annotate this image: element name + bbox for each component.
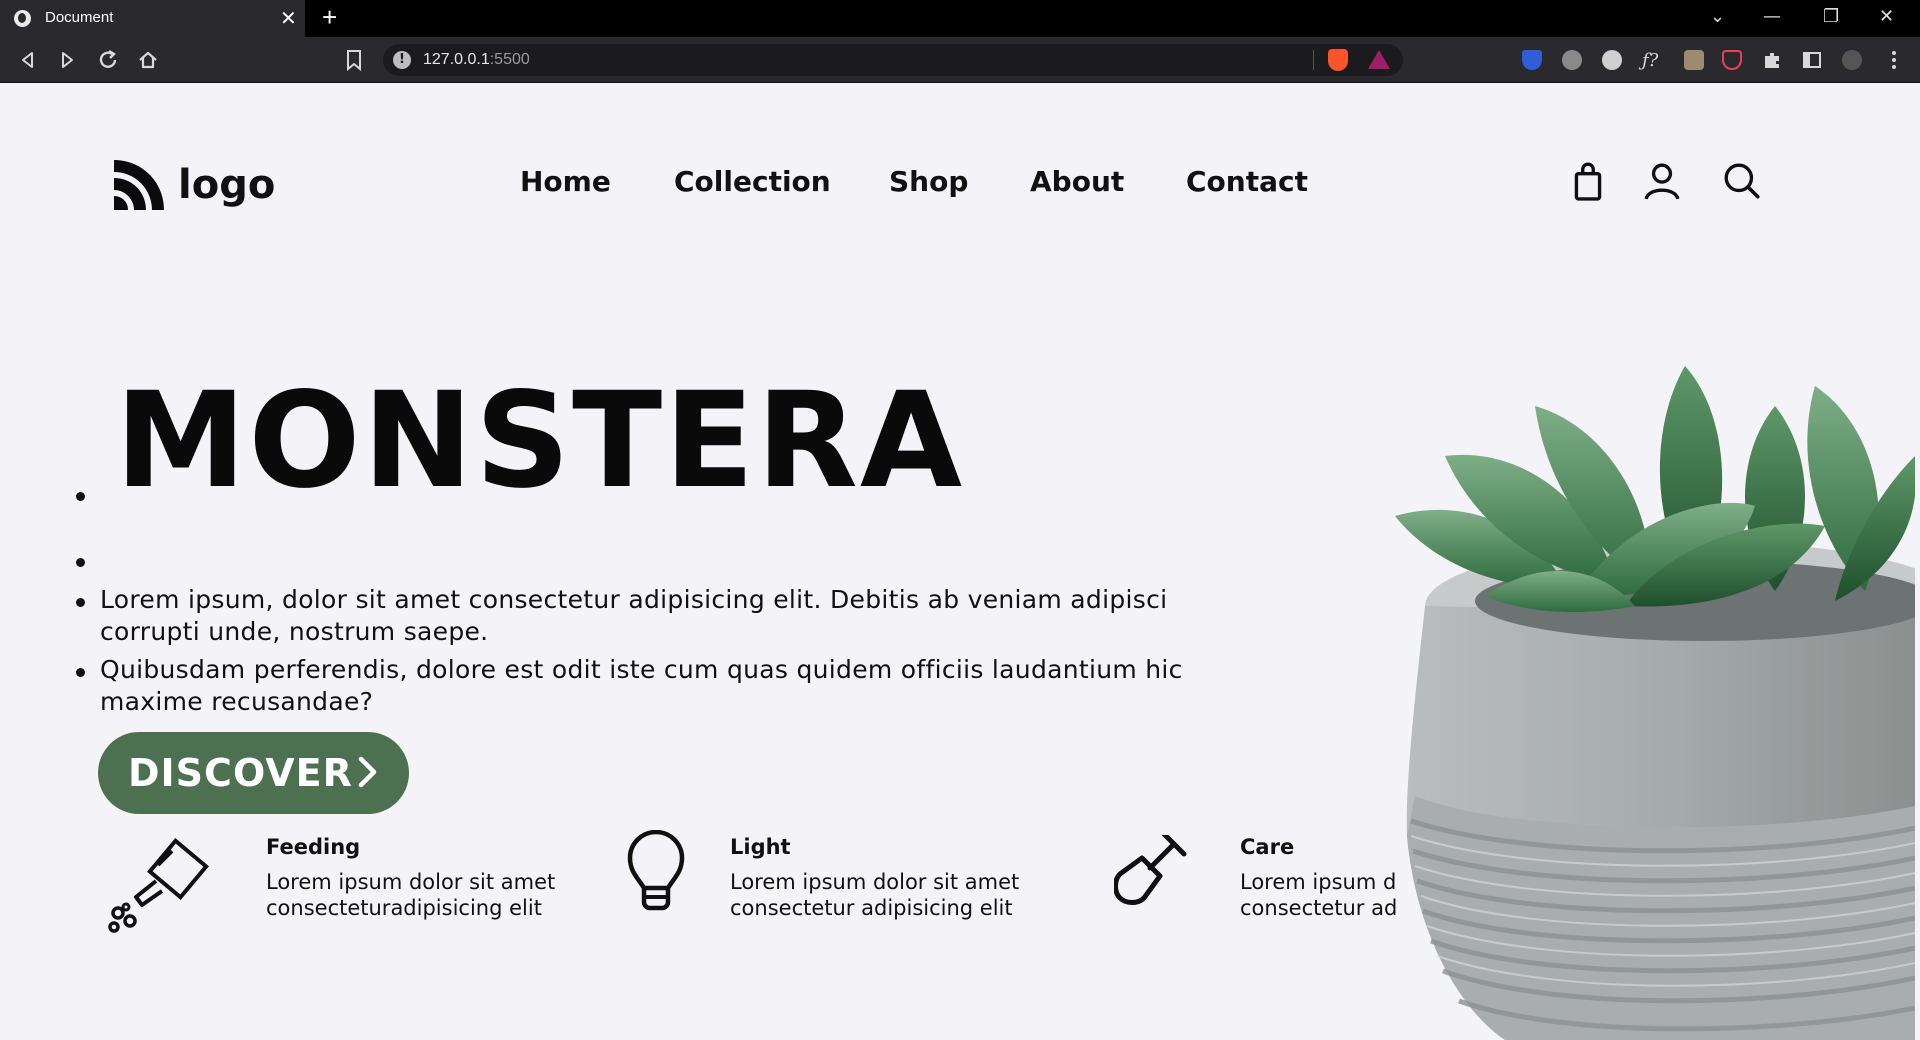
restore-button[interactable]: ❐ (1823, 6, 1839, 27)
chevron-right-icon (358, 756, 377, 788)
discover-label: DISCOVER (128, 751, 353, 795)
feature-care-title: Care (1240, 835, 1295, 859)
close-window-button[interactable]: ✕ (1879, 6, 1894, 27)
url-text: 127.0.0.1:5500 (423, 51, 530, 68)
feature-care-line1: Lorem ipsum do (1240, 870, 1396, 894)
forward-icon[interactable] (57, 50, 77, 70)
discover-button[interactable]: DISCOVER (98, 732, 409, 814)
hero-title: MONSTERA (115, 364, 965, 518)
extensions-puzzle-icon[interactable] (1762, 50, 1782, 70)
site-info-icon[interactable]: ! (393, 51, 411, 69)
home-icon[interactable] (137, 49, 159, 71)
menu-icon[interactable] (1884, 50, 1904, 70)
bitwarden-extension-icon[interactable] (1522, 50, 1542, 70)
extension-icon-3[interactable] (1602, 50, 1622, 70)
back-icon[interactable] (18, 50, 38, 70)
sidebar-icon[interactable] (1802, 50, 1822, 70)
list-bullet (76, 558, 85, 567)
browser-toolbar: ! 127.0.0.1:5500 ƒ? (0, 37, 1920, 83)
list-bullet (76, 492, 85, 501)
logo-text: logo (178, 162, 276, 208)
watering-can-icon (108, 838, 209, 933)
font-extension-icon[interactable]: ƒ? (1642, 50, 1662, 71)
light-bulb-icon (627, 830, 685, 911)
web-page: logo Home Collection Shop About Contact … (0, 83, 1920, 1040)
pocket-extension-icon[interactable] (1722, 50, 1742, 70)
feature-feeding-line1: Lorem ipsum dolor sit amet (266, 870, 556, 894)
hero-paragraph-1-text: Lorem ipsum, dolor sit amet consectetur … (100, 585, 1168, 646)
extension-icon-5[interactable] (1684, 50, 1704, 70)
list-bullet (76, 598, 85, 607)
feature-care: Care Lorem ipsum do consectetur adi (1114, 835, 1396, 935)
feature-light-title: Light (730, 835, 791, 859)
feature-light-line2: consectetur adipisicing elit (730, 896, 1013, 920)
browser-tab[interactable]: Document ✕ (0, 0, 305, 37)
address-bar-divider (1313, 50, 1314, 70)
nav-about[interactable]: About (1030, 165, 1124, 198)
nav-contact[interactable]: Contact (1186, 165, 1308, 198)
new-tab-button[interactable]: + (322, 2, 337, 33)
feature-care-line2: consectetur adi (1240, 896, 1396, 920)
tab-search-icon[interactable]: ⌄ (1710, 6, 1725, 27)
search-icon[interactable] (1722, 161, 1762, 201)
reload-icon[interactable] (97, 49, 119, 71)
succulent-plant-image (1395, 366, 1915, 1040)
feature-feeding-title: Feeding (266, 835, 361, 859)
nav-home[interactable]: Home (520, 165, 611, 198)
profile-avatar[interactable] (1842, 50, 1862, 70)
browser-tab-bar: Document ✕ + ⌄ — ❐ ✕ (0, 0, 1920, 37)
site-logo[interactable]: logo (112, 158, 275, 212)
hero-paragraph-2-text: Quibusdam perferendis, dolore est odit i… (100, 655, 1183, 716)
bookmark-icon[interactable] (344, 49, 364, 71)
brave-rewards-icon[interactable] (1368, 50, 1390, 69)
tab-title: Document (45, 9, 114, 26)
extension-icon-2[interactable] (1562, 50, 1582, 70)
tab-close-icon[interactable]: ✕ (280, 6, 297, 30)
bag-icon[interactable] (1568, 161, 1608, 201)
feature-feeding-line2: consecteturadipisicing elit (266, 896, 542, 920)
list-bullet (76, 668, 85, 677)
shovel-icon (1114, 835, 1187, 905)
nav-shop[interactable]: Shop (889, 165, 968, 198)
feature-light-line1: Lorem ipsum dolor sit amet (730, 870, 1020, 894)
nav-collection[interactable]: Collection (674, 165, 831, 198)
brave-shields-icon[interactable] (1328, 49, 1348, 71)
logo-mark-icon (114, 160, 164, 210)
address-bar[interactable]: ! 127.0.0.1:5500 (383, 44, 1403, 76)
globe-icon (14, 10, 31, 27)
minimize-button[interactable]: — (1763, 6, 1781, 27)
user-icon[interactable] (1642, 161, 1682, 201)
